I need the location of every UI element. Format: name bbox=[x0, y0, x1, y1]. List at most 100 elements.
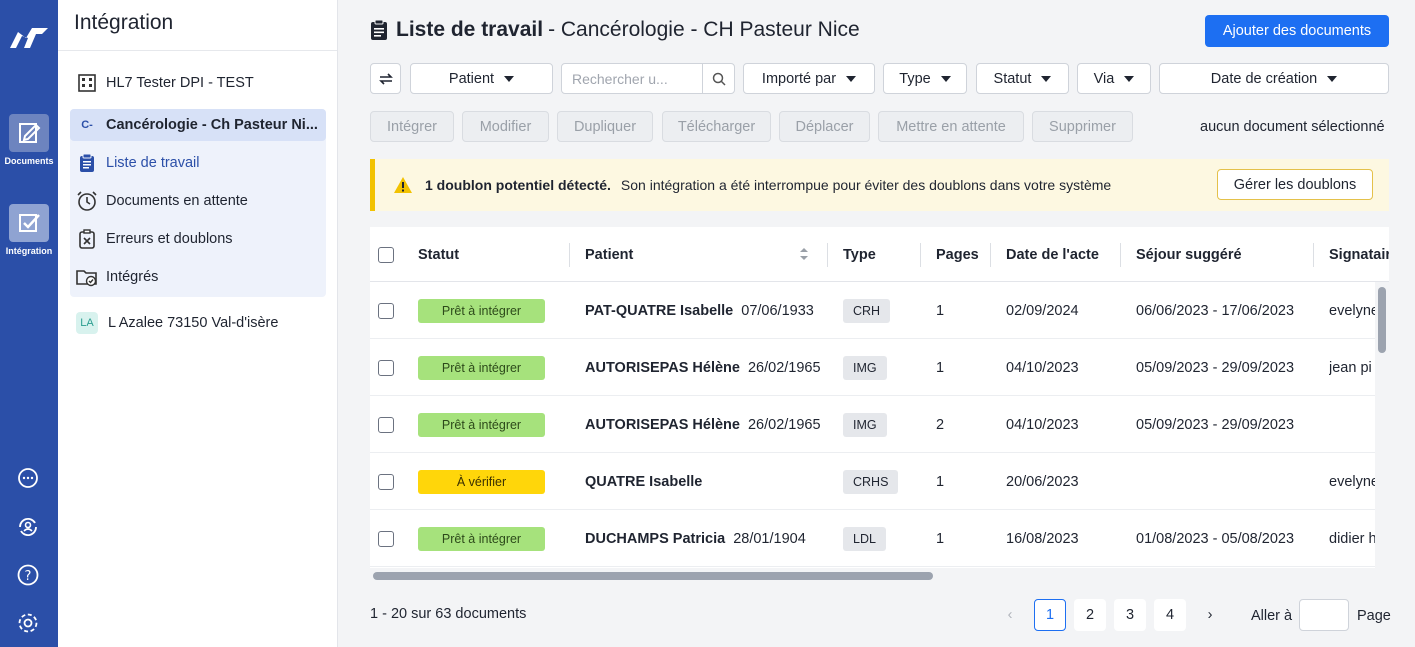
table-row[interactable]: Prêt à intégrer AUTORISEPAS Hélène 26/02/1… bbox=[370, 339, 1375, 396]
modify-button[interactable]: Modifier bbox=[462, 111, 549, 142]
signer: didier h bbox=[1329, 530, 1375, 547]
status-filter-label: Statut bbox=[993, 70, 1032, 87]
rail-nav-integration[interactable]: Intégration bbox=[0, 204, 58, 256]
column-header-label: Séjour suggéré bbox=[1136, 246, 1242, 263]
add-documents-button[interactable]: Ajouter des documents bbox=[1205, 15, 1389, 47]
previous-page-button[interactable]: ‹ bbox=[994, 599, 1026, 631]
column-header-status[interactable]: Statut bbox=[418, 227, 570, 282]
table-row[interactable]: Prêt à intégrer PAT-QUATRE Isabelle 07/06/… bbox=[370, 282, 1375, 339]
manage-duplicates-button[interactable]: Gérer les doublons bbox=[1217, 169, 1373, 200]
duplicate-button[interactable]: Dupliquer bbox=[557, 111, 653, 142]
column-header-type[interactable]: Type bbox=[843, 227, 921, 282]
row-checkbox[interactable] bbox=[378, 359, 394, 376]
page-button-2[interactable]: 2 bbox=[1074, 599, 1106, 631]
download-button[interactable]: Télécharger bbox=[662, 111, 771, 142]
site-badge: C- bbox=[81, 119, 93, 131]
table-row[interactable]: Prêt à intégrer AUTORISEPAS Hélène 26/02/1… bbox=[370, 396, 1375, 453]
column-header-patient[interactable]: Patient bbox=[585, 227, 828, 282]
signer: jean pi bbox=[1329, 359, 1372, 376]
scrollbar-thumb[interactable] bbox=[373, 572, 933, 580]
patient-name[interactable]: PAT-QUATRE Isabelle bbox=[585, 303, 733, 319]
sidebar-item-cancerologie[interactable]: C- Cancérologie - Ch Pasteur Ni... bbox=[70, 109, 326, 141]
via-filter[interactable]: Via bbox=[1077, 63, 1151, 94]
status-filter[interactable]: Statut bbox=[976, 63, 1069, 94]
sidebar-item-label: Liste de travail bbox=[106, 155, 200, 171]
sidebar-item-erreurs-et-doublons[interactable]: Erreurs et doublons bbox=[70, 223, 326, 255]
goto-page-input[interactable] bbox=[1299, 599, 1349, 631]
page-count: 1 bbox=[936, 302, 945, 319]
rail-nav-documents[interactable]: Documents bbox=[0, 114, 58, 166]
suggested-stay: 06/06/2023 - 17/06/2023 bbox=[1136, 302, 1295, 319]
sort-icon[interactable] bbox=[799, 247, 809, 261]
column-header-act-date[interactable]: Date de l'acte bbox=[1006, 227, 1121, 282]
move-button[interactable]: Déplacer bbox=[779, 111, 870, 142]
caret-down-icon bbox=[940, 75, 951, 82]
help-icon[interactable]: ? bbox=[16, 563, 40, 587]
patient-birthdate: 26/02/1965 bbox=[747, 416, 821, 433]
sidebar-item-documents-en-attente[interactable]: Documents en attente bbox=[70, 185, 326, 217]
app-logo-icon[interactable] bbox=[8, 24, 50, 52]
clipboard-icon bbox=[76, 152, 98, 174]
patient-birthdate: 28/01/1904 bbox=[733, 530, 806, 547]
type-filter[interactable]: Type bbox=[883, 63, 967, 94]
refresh-button[interactable] bbox=[370, 63, 401, 94]
page-title-site: - Cancérologie - CH Pasteur Nice bbox=[548, 18, 860, 41]
patient-birthdate: 26/02/1965 bbox=[747, 359, 821, 376]
sidebar-item-label: Cancérologie - Ch Pasteur Ni... bbox=[106, 117, 318, 133]
alert-title: 1 doublon potentiel détecté. bbox=[425, 177, 611, 193]
status-badge: Prêt à intégrer bbox=[418, 355, 545, 380]
via-filter-label: Via bbox=[1093, 70, 1115, 87]
signer: evelyne bbox=[1329, 302, 1375, 319]
search-icon bbox=[712, 72, 726, 86]
search-button[interactable] bbox=[702, 64, 734, 93]
delete-button[interactable]: Supprimer bbox=[1032, 111, 1133, 142]
sidebar-item-l-azalee[interactable]: LA L Azalee 73150 Val-d'isère bbox=[70, 307, 326, 339]
integrate-button[interactable]: Intégrer bbox=[370, 111, 454, 142]
search-input[interactable] bbox=[562, 64, 702, 93]
page-count: 1 bbox=[936, 359, 945, 376]
settings-icon[interactable] bbox=[16, 611, 40, 635]
scrollbar-thumb[interactable] bbox=[1378, 287, 1386, 353]
status-badge: Prêt à intégrer bbox=[418, 526, 545, 551]
vertical-scrollbar[interactable] bbox=[1375, 282, 1389, 582]
patient-filter[interactable]: Patient bbox=[410, 63, 553, 94]
suggested-stay: 01/08/2023 - 05/08/2023 bbox=[1136, 530, 1295, 547]
table-row[interactable]: Prêt à intégrer DUCHAMPS Patricia 28/01/19… bbox=[370, 510, 1375, 567]
column-header-signer[interactable]: Signatair bbox=[1329, 227, 1389, 282]
patient-name[interactable]: QUATRE Isabelle bbox=[585, 474, 702, 490]
act-date: 16/08/2023 bbox=[1006, 530, 1079, 547]
select-all-checkbox[interactable] bbox=[378, 246, 394, 263]
creation-date-filter[interactable]: Date de création bbox=[1159, 63, 1389, 94]
sidebar: Intégration HL7 Tester DPI - TEST C- Can… bbox=[58, 0, 338, 647]
page-button-3[interactable]: 3 bbox=[1114, 599, 1146, 631]
act-date: 20/06/2023 bbox=[1006, 473, 1079, 490]
page-button-1[interactable]: 1 bbox=[1034, 599, 1066, 631]
table-header: Statut Patient Type Pages Date de l'acte… bbox=[370, 227, 1389, 282]
goto-label: Aller à bbox=[1251, 608, 1293, 624]
patient-name[interactable]: DUCHAMPS Patricia bbox=[585, 531, 725, 547]
row-checkbox[interactable] bbox=[378, 302, 394, 319]
horizontal-scrollbar[interactable] bbox=[370, 568, 1375, 582]
alert-message: Son intégration a été interrompue pour é… bbox=[620, 177, 1112, 193]
patient-birthdate: 07/06/1933 bbox=[741, 302, 814, 319]
imported-by-filter[interactable]: Importé par bbox=[743, 63, 875, 94]
column-header-pages[interactable]: Pages bbox=[936, 227, 991, 282]
sync-user-icon[interactable] bbox=[16, 515, 40, 539]
sidebar-item-integres[interactable]: Intégrés bbox=[70, 261, 326, 293]
sidebar-item-label: Documents en attente bbox=[106, 193, 248, 209]
put-on-hold-button[interactable]: Mettre en attente bbox=[878, 111, 1024, 142]
page-button-4[interactable]: 4 bbox=[1154, 599, 1186, 631]
chat-icon[interactable] bbox=[16, 467, 40, 491]
row-checkbox[interactable] bbox=[378, 530, 394, 547]
patient-name[interactable]: AUTORISEPAS Hélène bbox=[585, 417, 740, 433]
caret-down-icon bbox=[1327, 75, 1338, 82]
creation-date-filter-label: Date de création bbox=[1210, 70, 1318, 87]
row-checkbox[interactable] bbox=[378, 416, 394, 433]
table-row[interactable]: À vérifier QUATRE Isabelle CRHS 1 20/06/2023… bbox=[370, 453, 1375, 510]
sidebar-item-hl7-tester[interactable]: HL7 Tester DPI - TEST bbox=[70, 67, 326, 99]
column-header-suggested-stay[interactable]: Séjour suggéré bbox=[1136, 227, 1314, 282]
row-checkbox[interactable] bbox=[378, 473, 394, 490]
next-page-button[interactable]: › bbox=[1194, 599, 1226, 631]
sidebar-item-liste-de-travail[interactable]: Liste de travail bbox=[70, 147, 326, 179]
patient-name[interactable]: AUTORISEPAS Hélène bbox=[585, 360, 740, 376]
